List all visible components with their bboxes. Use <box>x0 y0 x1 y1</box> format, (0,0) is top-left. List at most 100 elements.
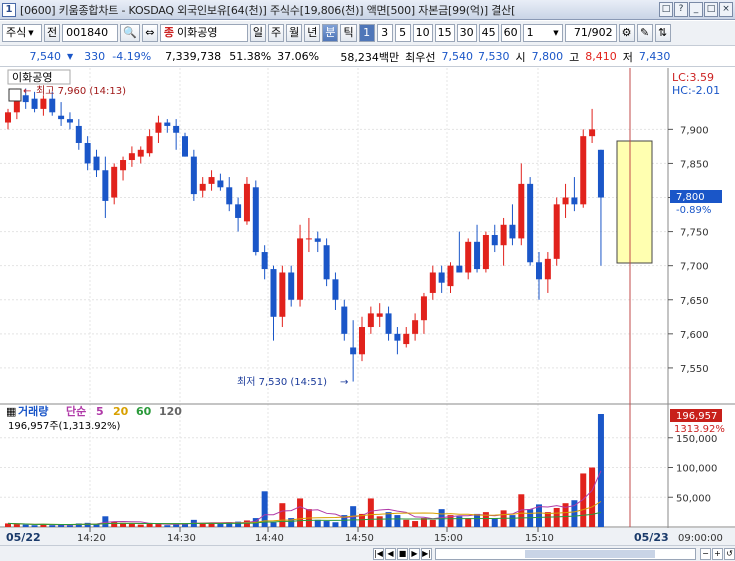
reset-icon[interactable]: ↺ <box>724 547 735 560</box>
minute-option-5[interactable]: 5 <box>394 24 411 42</box>
candle-body <box>288 272 295 300</box>
volume-tick-label: 50,000 <box>676 493 711 504</box>
tools-icon[interactable]: ✎ <box>636 24 653 42</box>
volume-bar <box>544 512 551 527</box>
price-panel-name: 이화공영 <box>12 71 52 84</box>
close-button[interactable]: × <box>719 2 733 17</box>
tab-month[interactable]: 월 <box>286 24 303 42</box>
window-buttons: □ ? _ □ × <box>659 2 733 17</box>
down-arrow-icon: ▼ <box>67 52 74 61</box>
volume-bar <box>597 414 604 527</box>
minute-option-3[interactable]: 3 <box>376 24 393 42</box>
candle-body <box>190 156 197 195</box>
ratio-two: 37.06% <box>277 50 320 63</box>
price-tick-label: 7,850 <box>680 159 709 170</box>
candle-body <box>128 153 135 161</box>
stop-icon[interactable]: ■ <box>397 547 408 560</box>
volume-bar <box>155 524 162 527</box>
minute-option-1[interactable]: 1 <box>358 24 375 42</box>
candle-body <box>412 320 419 334</box>
candle-body <box>173 125 180 133</box>
interval-select[interactable]: 1 ▼ <box>522 24 563 42</box>
candle-body <box>385 313 392 334</box>
volume-bar <box>217 524 224 527</box>
zoom-out-icon[interactable]: − <box>700 547 711 560</box>
volume-bar <box>394 515 401 527</box>
candle-body <box>102 170 109 201</box>
scroll-next-icon[interactable]: ▶ <box>409 547 420 560</box>
candle-body <box>243 183 250 222</box>
time-tick-label: 14:30 <box>167 533 196 544</box>
volume-bar <box>270 522 277 527</box>
current-price-tag-text: 7,800 <box>676 192 705 203</box>
maximize-button[interactable]: □ <box>704 2 718 17</box>
candle-body <box>562 197 569 205</box>
price-tick-label: 7,750 <box>680 228 709 239</box>
volume-bar <box>376 516 383 527</box>
minute-option-30[interactable]: 30 <box>456 24 477 42</box>
candle-body <box>332 279 339 300</box>
candle-body <box>235 204 242 218</box>
prev-button[interactable]: 전 <box>44 24 61 42</box>
volume-axis: 150,000 100,000 50,000 <box>668 434 717 504</box>
candle-body <box>447 265 454 287</box>
candle-body <box>297 238 304 300</box>
candle-body <box>482 235 489 270</box>
candle-body <box>137 149 144 157</box>
minimize-button[interactable]: _ <box>689 2 703 17</box>
minute-option-15[interactable]: 15 <box>434 24 455 42</box>
calendar-icon[interactable] <box>8 88 22 102</box>
lc-label: LC:3.59 <box>672 71 714 84</box>
page-indicator[interactable]: 71/902 <box>564 24 617 42</box>
scroll-thumb[interactable] <box>525 549 655 558</box>
candle-body <box>155 122 162 133</box>
scroll-icon[interactable]: ⇅ <box>654 24 671 42</box>
tab-minute[interactable]: 분 <box>322 24 339 42</box>
volume-bar <box>385 512 392 527</box>
price-tick-label: 7,900 <box>680 125 709 136</box>
tab-tick[interactable]: 틱 <box>340 24 357 42</box>
time-tick-label: 15:10 <box>525 533 554 544</box>
candle-body <box>261 252 268 270</box>
scroll-first-icon[interactable]: |◀ <box>373 547 384 560</box>
stock-name-field[interactable]: 종 이화공영 <box>159 24 248 42</box>
price-change-pct: -4.19% <box>112 50 152 63</box>
candle-body <box>252 187 259 253</box>
candle-body <box>75 125 82 143</box>
time-tick-label: 14:20 <box>77 533 106 544</box>
chevron-down-icon: ▼ <box>553 29 559 37</box>
stock-code-input[interactable]: 001840 <box>62 24 119 42</box>
volume-bar <box>279 503 286 527</box>
zoom-in-icon[interactable]: + <box>712 547 723 560</box>
help-button[interactable]: ? <box>674 2 688 17</box>
scroll-prev-icon[interactable]: ◀ <box>385 547 396 560</box>
tab-week[interactable]: 주 <box>267 24 285 42</box>
current-price: 7,540 <box>29 50 62 63</box>
minute-option-45[interactable]: 45 <box>478 24 499 42</box>
low-note: 최저 7,530 (14:51) <box>237 376 327 388</box>
expand-icon[interactable]: ⇔ <box>141 24 158 42</box>
market-select[interactable]: 주식 ▼ <box>2 24 42 42</box>
scroll-last-icon[interactable]: ▶| <box>421 547 432 560</box>
candlestick-chart[interactable]: 이화공영 ← 최고 7,960 (14:13) 최저 7,530 (14:51)… <box>0 68 735 545</box>
best-ask: 7,540 <box>441 50 474 63</box>
settings-icon[interactable]: ⚙ <box>618 24 635 42</box>
search-icon[interactable]: 🔍 <box>120 24 140 42</box>
tab-year[interactable]: 년 <box>304 24 321 42</box>
volume-bar <box>589 467 596 527</box>
minute-option-10[interactable]: 10 <box>412 24 433 42</box>
price-tick-label: 7,650 <box>680 296 709 307</box>
candle-body <box>536 262 542 280</box>
candle-body <box>217 180 224 188</box>
title-bar: 1 [0600] 키움종합차트 - KOSDAQ 외국인보유[64(천)] 주식… <box>0 0 735 20</box>
scroll-track[interactable] <box>435 547 696 560</box>
volume-tick-label: 150,000 <box>676 434 717 445</box>
tab-day[interactable]: 일 <box>249 24 266 42</box>
volume-bar <box>403 519 410 527</box>
minute-option-60[interactable]: 60 <box>500 24 521 42</box>
ma120-period: 120 <box>159 405 182 418</box>
restore-button[interactable]: □ <box>659 2 673 17</box>
ma20-period: 20 <box>113 405 129 418</box>
volume-settings-icon[interactable]: ▦ <box>6 405 16 418</box>
volume-bar <box>49 525 56 527</box>
